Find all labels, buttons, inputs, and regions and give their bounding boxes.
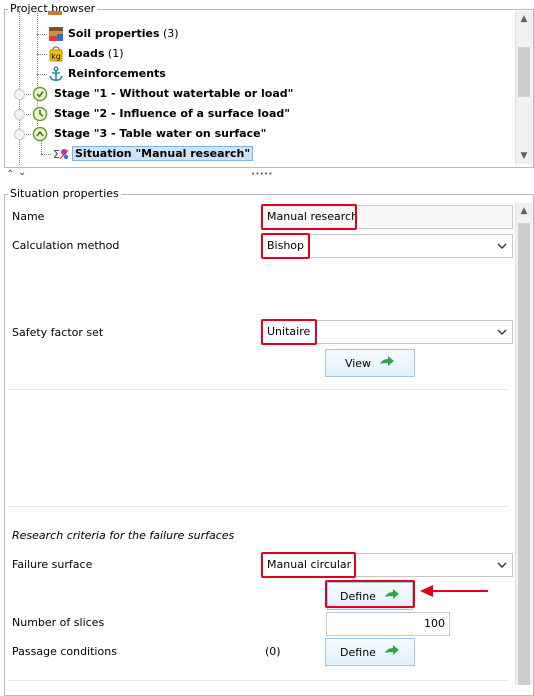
chevron-down-icon[interactable] bbox=[492, 321, 512, 343]
number-of-slices-value: 100 bbox=[424, 617, 445, 630]
safety-factor-set-highlight bbox=[261, 319, 317, 345]
section-divider bbox=[8, 389, 508, 390]
view-button-label: View bbox=[344, 356, 372, 370]
stage-3-expander[interactable] bbox=[14, 129, 25, 140]
scroll-up-arrow-icon[interactable]: ▲ bbox=[516, 11, 532, 27]
define-button-highlight bbox=[325, 580, 415, 608]
calculation-method-label: Calculation method bbox=[12, 239, 120, 252]
svg-text:Σ: Σ bbox=[53, 148, 60, 161]
scroll-thumb[interactable] bbox=[518, 47, 530, 97]
number-of-slices-input[interactable]: 100 bbox=[326, 612, 450, 636]
define-button-label: Define bbox=[340, 645, 376, 659]
failure-surface-label: Failure surface bbox=[12, 558, 93, 571]
chevron-down-icon[interactable] bbox=[492, 235, 512, 257]
red-arrow-icon bbox=[420, 584, 490, 601]
tree-item-count: (1) bbox=[107, 47, 124, 60]
scroll-down-arrow-icon[interactable]: ▼ bbox=[516, 148, 532, 164]
svg-text:kg: kg bbox=[51, 52, 61, 61]
splitter-collapse-down-icon[interactable]: ⌄ bbox=[18, 167, 26, 178]
tree-item-stage-1[interactable]: Stage "1 - Without watertable or load" bbox=[32, 84, 293, 104]
tree-item-situation[interactable]: Σ Situation "Manual research" bbox=[52, 144, 254, 164]
tree-item-label: Soil properties bbox=[68, 27, 160, 40]
loads-icon: kg bbox=[48, 46, 64, 62]
tree-item-label: Stage "2 - Influence of a surface load" bbox=[54, 107, 290, 120]
stage-2-expander[interactable] bbox=[14, 109, 25, 120]
tree-item-loads[interactable]: kg Loads (1) bbox=[48, 44, 124, 64]
name-label: Name bbox=[12, 210, 45, 223]
stage-icon bbox=[32, 86, 48, 102]
green-arrow-icon bbox=[384, 644, 400, 660]
tree-item-label: Stage "1 - Without watertable or load" bbox=[54, 87, 294, 100]
failure-surface-highlight bbox=[261, 552, 356, 578]
section-divider bbox=[8, 506, 508, 507]
situation-icon: Σ bbox=[52, 146, 69, 162]
splitter-grip[interactable]: • • • • • bbox=[251, 170, 273, 178]
project-browser-scrollbar[interactable]: ▲ ▼ bbox=[515, 11, 532, 164]
research-criteria-heading: Research criteria for the failure surfac… bbox=[12, 529, 235, 542]
tree-item-label: Reinforcements bbox=[68, 67, 166, 80]
chevron-down-icon[interactable] bbox=[492, 554, 512, 576]
green-arrow-icon bbox=[379, 355, 395, 371]
tree-item-stage-2[interactable]: Stage "2 - Influence of a surface load" bbox=[32, 104, 290, 124]
tree-item-label: Situation "Manual research" bbox=[72, 146, 254, 161]
anchor-icon bbox=[48, 66, 64, 82]
tree-item-partial bbox=[48, 11, 188, 15]
tree-item-label: Stage "3 - Table water on surface" bbox=[54, 127, 267, 140]
tree-item-label: Loads bbox=[68, 47, 105, 60]
scroll-up-arrow-icon[interactable]: ▲ bbox=[516, 203, 532, 219]
section-divider bbox=[8, 680, 508, 681]
project-tree: Soil properties (3) kg Loads (1) Reinfor… bbox=[6, 11, 514, 165]
splitter-collapse-up-icon[interactable]: ⌃ bbox=[6, 169, 14, 180]
tree-item-soil-properties[interactable]: Soil properties (3) bbox=[48, 24, 179, 44]
situation-properties-title: Situation properties bbox=[8, 187, 121, 200]
view-button[interactable]: View bbox=[325, 349, 415, 377]
passage-conditions-label: Passage conditions bbox=[12, 645, 117, 658]
define-passage-conditions-button[interactable]: Define bbox=[325, 638, 415, 666]
number-of-slices-label: Number of slices bbox=[12, 616, 105, 629]
situation-properties-scrollbar[interactable]: ▲ bbox=[515, 203, 532, 685]
stage-1-expander[interactable] bbox=[14, 89, 25, 100]
stage-icon bbox=[32, 126, 48, 142]
name-highlight bbox=[261, 204, 357, 230]
stage-icon bbox=[32, 106, 48, 122]
scroll-thumb[interactable] bbox=[518, 223, 530, 685]
safety-factor-set-label: Safety factor set bbox=[12, 326, 104, 339]
soil-properties-icon bbox=[48, 26, 64, 42]
calculation-method-highlight bbox=[261, 233, 310, 259]
passage-conditions-count: (0) bbox=[265, 645, 281, 658]
tree-item-stage-3[interactable]: Stage "3 - Table water on surface" bbox=[32, 124, 266, 144]
tree-item-reinforcements[interactable]: Reinforcements bbox=[48, 64, 166, 84]
tree-item-count: (3) bbox=[163, 27, 179, 40]
